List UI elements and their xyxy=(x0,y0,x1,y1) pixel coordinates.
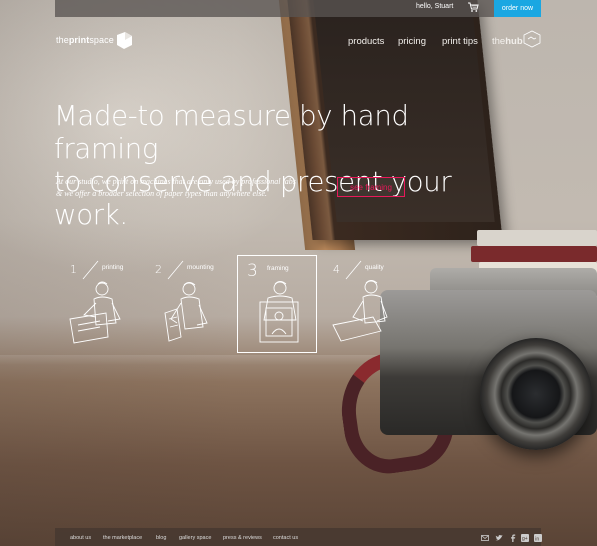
svg-text:g+: g+ xyxy=(522,536,528,542)
facebook-icon[interactable] xyxy=(509,534,517,542)
framing-illustration-icon xyxy=(259,281,299,343)
printing-illustration-icon xyxy=(69,281,121,344)
logo-mark-icon[interactable] xyxy=(114,30,134,50)
nav-print-tips[interactable]: print tips xyxy=(442,36,478,47)
step-printing[interactable]: 1 printing xyxy=(58,255,138,353)
footer-link-gallery[interactable]: gallery space xyxy=(179,535,211,541)
slash-divider xyxy=(345,260,362,280)
nav-pricing[interactable]: pricing xyxy=(398,36,426,47)
hero-subtext: At our studio, we print on machines that… xyxy=(56,177,296,198)
footer-link-blog[interactable]: blog xyxy=(156,535,166,541)
quality-illustration-icon xyxy=(332,280,388,342)
step-framing[interactable]: 3 framing xyxy=(237,255,317,353)
site-logo[interactable]: theprintspace xyxy=(56,35,114,45)
step-mounting[interactable]: 2 mounting xyxy=(143,255,223,353)
hero-headline: Made-to measure by hand framing to conse… xyxy=(54,100,452,231)
footer-link-contact[interactable]: contact us xyxy=(273,535,298,541)
mounting-illustration-icon xyxy=(164,282,208,342)
nav-products[interactable]: products xyxy=(348,36,384,47)
footer-link-press[interactable]: press & reviews xyxy=(223,535,262,541)
step-quality[interactable]: 4 quality xyxy=(321,255,401,353)
order-now-button[interactable]: order now xyxy=(494,0,541,17)
slash-divider xyxy=(82,260,99,280)
footer-link-about[interactable]: about us xyxy=(70,535,91,541)
slash-divider xyxy=(167,260,184,280)
hub-icon[interactable] xyxy=(522,29,542,49)
twitter-icon[interactable] xyxy=(495,534,503,542)
footer-link-marketplace[interactable]: the marketplace xyxy=(103,535,142,541)
svg-text:in: in xyxy=(535,536,539,542)
see-framing-button[interactable]: see framing xyxy=(337,177,405,197)
nav-the-hub[interactable]: thehub xyxy=(492,36,523,47)
footer-bar: about us the marketplace blog gallery sp… xyxy=(55,528,542,546)
linkedin-icon[interactable]: in xyxy=(534,534,542,542)
google-plus-icon[interactable]: g+ xyxy=(521,534,529,542)
shopping-cart-icon[interactable] xyxy=(467,1,479,13)
email-icon[interactable] xyxy=(481,534,489,542)
greeting-text[interactable]: hello, Stuart xyxy=(416,3,453,10)
